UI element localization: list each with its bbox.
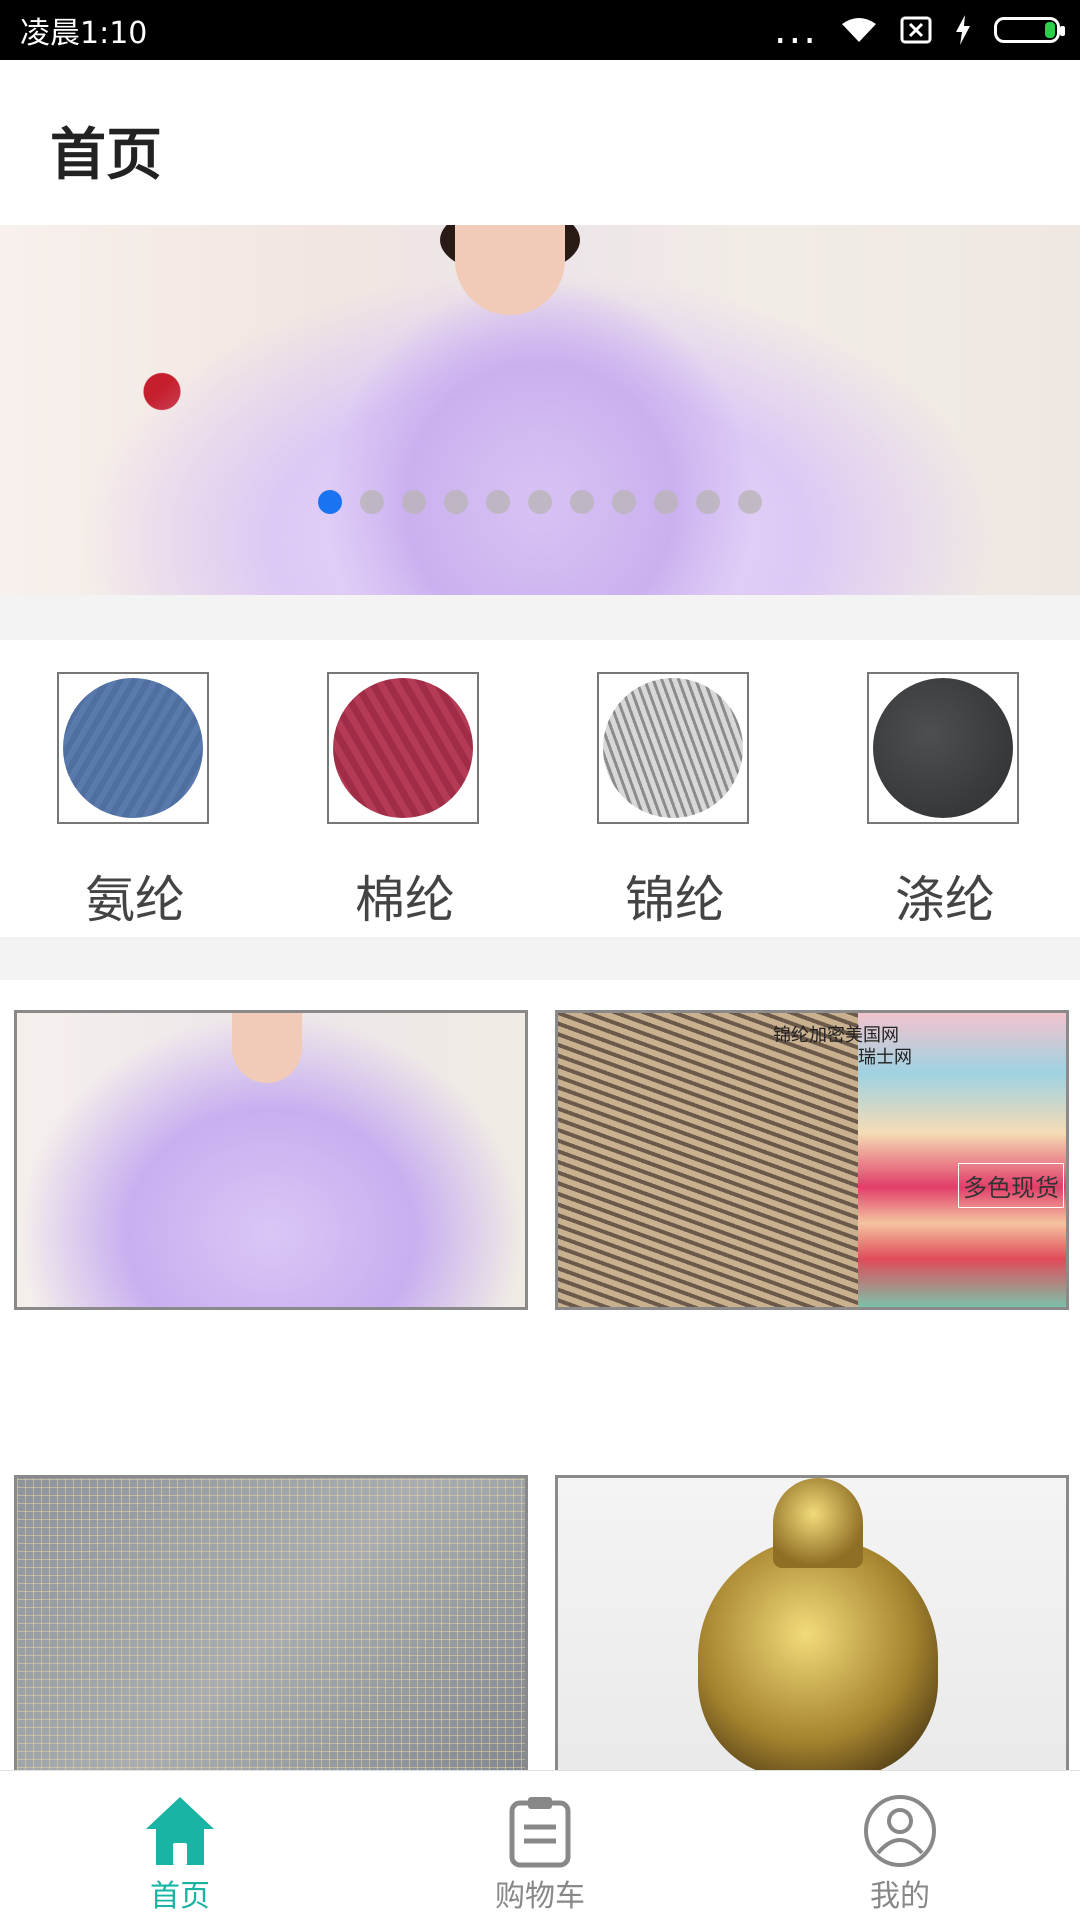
category-label: 棉纶 bbox=[355, 871, 455, 929]
category-cotton-nylon[interactable]: 棉纶 bbox=[270, 640, 540, 937]
page-header: 首页 bbox=[0, 60, 1080, 225]
nav-mine[interactable]: 我的 bbox=[720, 1771, 1080, 1921]
clipboard-icon bbox=[509, 1797, 571, 1868]
carousel-dot[interactable] bbox=[528, 490, 552, 514]
carousel-dot[interactable] bbox=[696, 490, 720, 514]
carousel-indicator bbox=[318, 490, 762, 514]
charging-icon bbox=[956, 15, 970, 45]
category-label: 涤纶 bbox=[895, 871, 995, 929]
product-image bbox=[558, 1013, 858, 1307]
battery-icon bbox=[994, 17, 1065, 43]
product-image bbox=[17, 1478, 525, 1770]
bottom-navigation: 首页 购物车 我的 bbox=[0, 1770, 1080, 1921]
product-card-dress[interactable] bbox=[14, 1010, 528, 1310]
divider bbox=[0, 937, 1080, 980]
status-time: 凌晨1:10 bbox=[20, 16, 148, 51]
product-image-caption: 瑞士网 bbox=[858, 1047, 912, 1068]
carousel-dot[interactable] bbox=[486, 490, 510, 514]
more-icon: ... bbox=[773, 7, 818, 53]
carousel-dot[interactable] bbox=[738, 490, 762, 514]
nav-mine-label: 我的 bbox=[870, 1879, 930, 1914]
divider bbox=[0, 595, 1080, 640]
carousel-dot[interactable] bbox=[360, 490, 384, 514]
page-title: 首页 bbox=[50, 123, 162, 188]
wifi-icon bbox=[842, 18, 876, 42]
carousel-dot[interactable] bbox=[402, 490, 426, 514]
sim-off-icon bbox=[900, 16, 932, 44]
product-card-mesh[interactable]: 锦纶加密美国网 瑞士网 多色现货 bbox=[555, 1010, 1069, 1310]
nav-cart-label: 购物车 bbox=[495, 1879, 585, 1914]
category-label: 锦纶 bbox=[625, 871, 725, 929]
product-card-censer[interactable] bbox=[555, 1475, 1069, 1770]
category-row: 氨纶 棉纶 锦纶 涤纶 bbox=[0, 640, 1080, 937]
category-spandex[interactable]: 氨纶 bbox=[0, 640, 270, 937]
status-bar: 凌晨1:10 ... bbox=[0, 0, 1080, 60]
nav-home-label: 首页 bbox=[150, 1879, 210, 1914]
category-polyester[interactable]: 涤纶 bbox=[810, 640, 1080, 937]
fabric-thumbnail bbox=[603, 678, 743, 818]
fabric-thumbnail bbox=[63, 678, 203, 818]
product-grid: 锦纶加密美国网 瑞士网 多色现货 bbox=[0, 980, 1080, 1770]
nav-home[interactable]: 首页 bbox=[0, 1771, 360, 1921]
fabric-thumbnail bbox=[873, 678, 1013, 818]
product-card-netting[interactable] bbox=[14, 1475, 528, 1770]
carousel-dot[interactable] bbox=[444, 490, 468, 514]
home-icon bbox=[146, 1797, 214, 1865]
fabric-thumbnail bbox=[333, 678, 473, 818]
user-icon bbox=[864, 1795, 936, 1867]
carousel-dot[interactable] bbox=[654, 490, 678, 514]
product-image-stamp: 多色现货 bbox=[958, 1163, 1064, 1208]
carousel-dot[interactable] bbox=[318, 490, 342, 514]
nav-cart[interactable]: 购物车 bbox=[360, 1771, 720, 1921]
carousel-dot[interactable] bbox=[570, 490, 594, 514]
banner-carousel[interactable] bbox=[0, 225, 1080, 595]
category-label: 氨纶 bbox=[85, 871, 185, 929]
status-icons: ... bbox=[773, 7, 1065, 53]
category-nylon[interactable]: 锦纶 bbox=[540, 640, 810, 937]
carousel-dot[interactable] bbox=[612, 490, 636, 514]
